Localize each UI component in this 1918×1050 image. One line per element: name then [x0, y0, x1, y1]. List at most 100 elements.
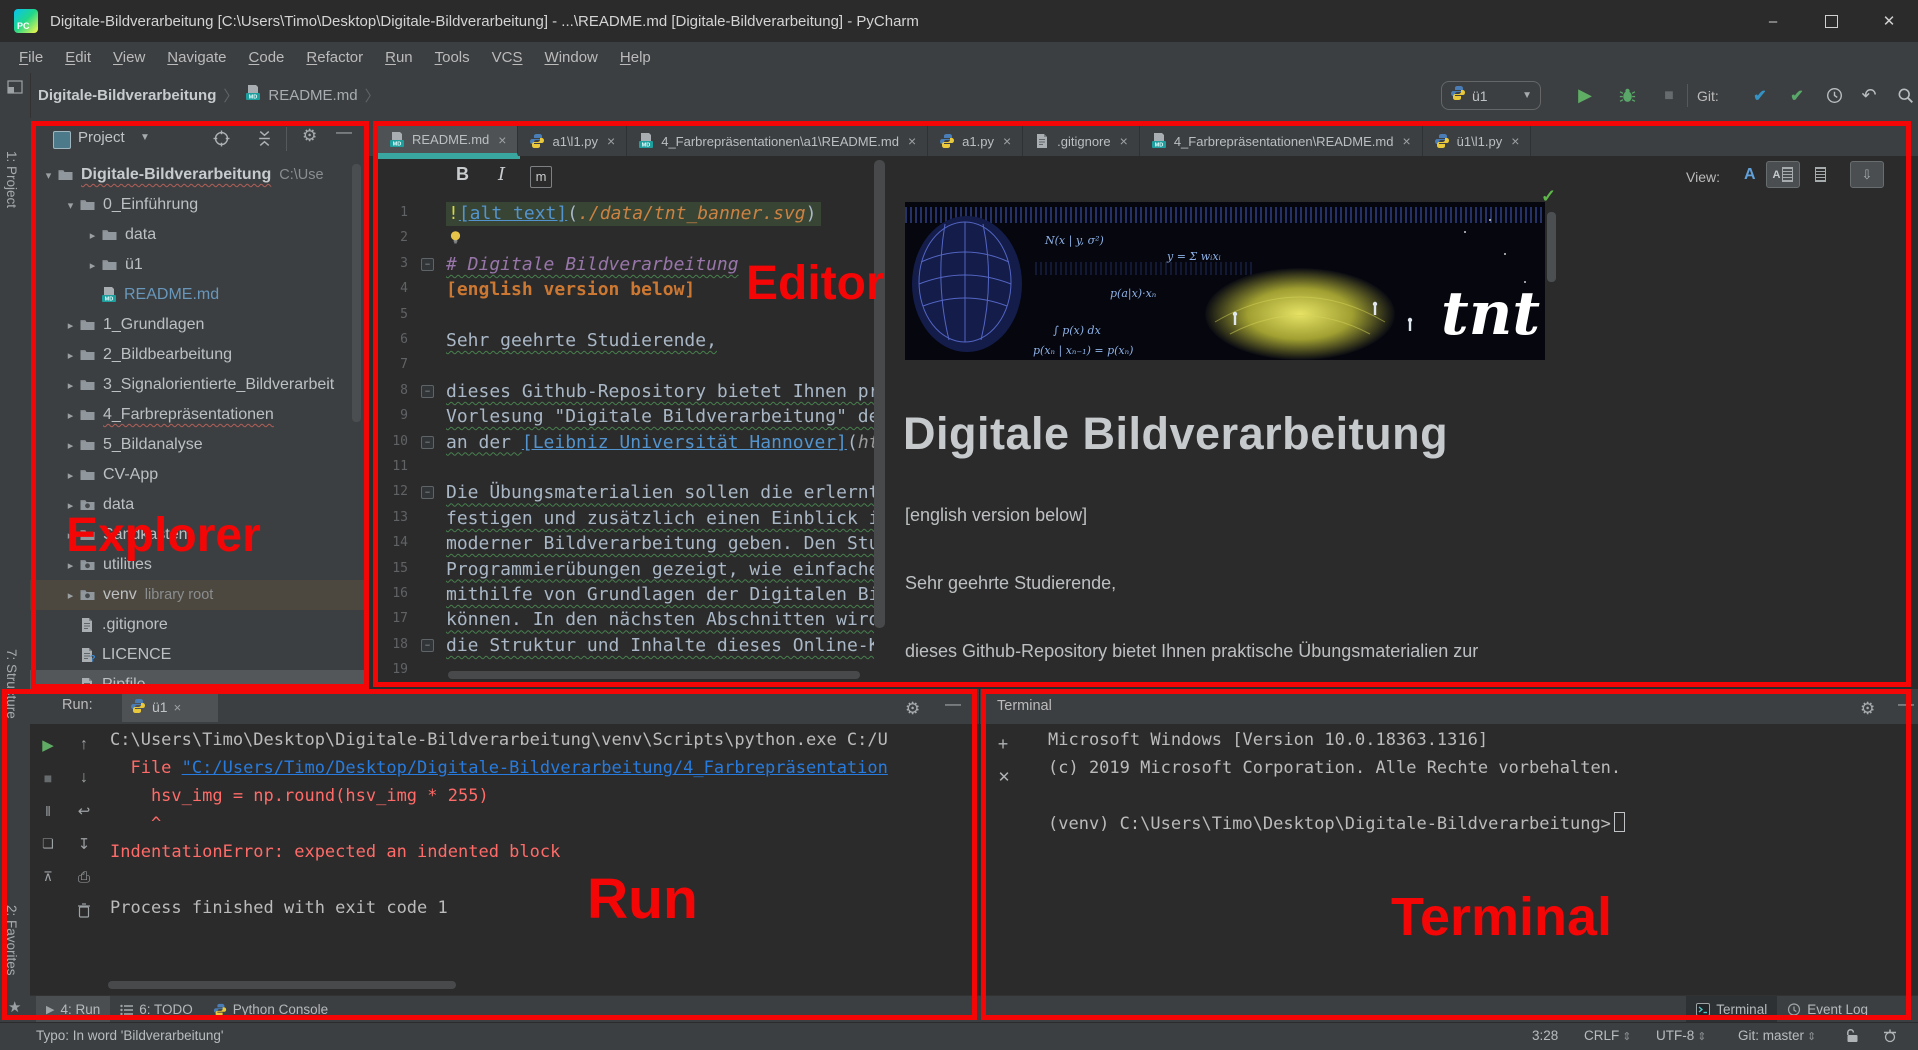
hide-panel-icon[interactable]: — [1898, 696, 1914, 714]
commit-button[interactable]: ✔ [1782, 73, 1812, 118]
tree-item-readme-md[interactable]: MDREADME.md [30, 280, 367, 310]
menu-run[interactable]: Run [374, 42, 424, 73]
gear-icon[interactable]: ⚙ [302, 126, 317, 146]
line-ending-select[interactable]: CRLF⇕ [1584, 1028, 1631, 1043]
editor-tab-4-farbrepr-sentationen-readme-md[interactable]: MD4_Farbrepräsentationen\README.md× [1140, 126, 1423, 156]
inspections-icon[interactable] [1882, 1028, 1898, 1047]
intention-bulb-icon[interactable] [448, 230, 463, 250]
caret-position[interactable]: 3:28 [1532, 1028, 1558, 1043]
split-icon[interactable]: ❏ [37, 833, 59, 855]
menu-window[interactable]: Window [534, 42, 609, 73]
rerun-icon[interactable]: ▶ [37, 734, 59, 756]
run-configuration-select[interactable]: ü1 ▼ [1441, 81, 1541, 110]
bold-button[interactable]: B [456, 164, 469, 185]
tree-item-utilities[interactable]: ▸utilities [30, 550, 367, 580]
scroll-end-icon[interactable]: ↧ [73, 833, 95, 855]
tree-item-5-bildanalyse[interactable]: ▸5_Bildanalyse [30, 430, 367, 460]
chevron-collapsed-icon[interactable]: ▸ [62, 379, 79, 392]
new-session-icon[interactable]: + [992, 733, 1014, 755]
code-format-button[interactable]: m [530, 166, 552, 188]
chevron-collapsed-icon[interactable]: ▸ [62, 409, 79, 422]
close-button[interactable]: ✕ [1860, 0, 1918, 42]
tree-item-0-einf-hrung[interactable]: ▾0_Einführung [30, 190, 367, 220]
preview-scrollbar[interactable] [1547, 212, 1556, 282]
chevron-collapsed-icon[interactable]: ▸ [62, 439, 79, 452]
editor-vertical-scrollbar[interactable] [874, 160, 885, 628]
maximize-button[interactable] [1802, 0, 1860, 42]
chevron-collapsed-icon[interactable]: ▸ [84, 259, 101, 272]
up-icon[interactable]: ↑ [73, 734, 95, 756]
clear-icon[interactable] [73, 899, 95, 921]
fold-marker-icon[interactable]: − [421, 486, 434, 499]
run-button[interactable]: ▶ [1570, 73, 1600, 118]
encoding-select[interactable]: UTF-8⇕ [1656, 1028, 1706, 1043]
sidebar-item-project[interactable]: 1: Project [4, 151, 19, 208]
tree-item-cv-app[interactable]: ▸CV-App [30, 460, 367, 490]
toolwindow-button-python-console[interactable]: Python Console [203, 996, 338, 1023]
tree-item-data[interactable]: ▸data [30, 490, 367, 520]
pause-icon[interactable]: ‖ [37, 800, 59, 822]
split-view-button[interactable]: A [1766, 161, 1800, 188]
editor-tab-a1-l1-py[interactable]: a1\l1.py× [518, 126, 627, 156]
editor-tab-readme-md[interactable]: MDREADME.md× [378, 126, 518, 156]
menu-edit[interactable]: Edit [54, 42, 102, 73]
editor-horizontal-scrollbar[interactable] [448, 671, 860, 679]
chevron-collapsed-icon[interactable]: ▸ [62, 469, 79, 482]
run-horizontal-scrollbar[interactable] [108, 981, 456, 989]
editor-tab--gitignore[interactable]: .gitignore× [1023, 126, 1140, 156]
chevron-expanded-icon[interactable]: ▾ [40, 169, 57, 182]
editor-tab--1-l1-py[interactable]: ü1\l1.py× [1423, 126, 1532, 156]
hide-panel-icon[interactable]: — [336, 124, 352, 142]
tree-item-4-farbrepr-sentationen[interactable]: ▸4_Farbrepräsentationen [30, 400, 367, 430]
close-icon[interactable]: × [1003, 133, 1011, 149]
close-icon[interactable]: × [498, 132, 506, 148]
markdown-source-editor[interactable]: 1![alt text](./data/tnt_banner.svg)23−# … [366, 199, 874, 683]
debug-button[interactable] [1612, 73, 1642, 118]
chevron-expanded-icon[interactable]: ▾ [62, 199, 79, 212]
close-icon[interactable]: × [1511, 133, 1519, 149]
fold-marker-icon[interactable]: − [421, 639, 434, 652]
editor-tab-a1-py[interactable]: a1.py× [928, 126, 1023, 156]
tree-item--gitignore[interactable]: .gitignore [30, 610, 367, 640]
search-everywhere-button[interactable] [1890, 73, 1918, 118]
toolwindow-button-event-log[interactable]: Event Log [1777, 996, 1878, 1023]
status-message[interactable]: Typo: In word 'Bildverarbeitung' [36, 1028, 224, 1043]
close-icon[interactable]: × [607, 133, 615, 149]
pin-icon[interactable]: ⊼ [37, 866, 59, 888]
hide-panel-icon[interactable]: — [945, 696, 961, 714]
tree-item-sandkasten[interactable]: ▸Sandkasten [30, 520, 367, 550]
tree-item-2-bildbearbeitung[interactable]: ▸2_Bildbearbeitung [30, 340, 367, 370]
chevron-down-icon[interactable]: ▼ [140, 132, 150, 143]
project-scrollbar[interactable] [352, 164, 361, 422]
sidebar-item-favorites[interactable]: 2: Favorites [4, 905, 19, 976]
tree-item-licence[interactable]: ?LICENCE [30, 640, 367, 670]
run-console-output[interactable]: C:\Users\Timo\Desktop\Digitale-Bildverar… [104, 726, 972, 978]
fold-marker-icon[interactable]: − [421, 385, 434, 398]
fold-marker-icon[interactable]: − [421, 436, 434, 449]
italic-button[interactable]: I [498, 164, 505, 185]
tree-item-pipfile[interactable]: Pipfile [30, 670, 367, 689]
down-icon[interactable]: ↓ [73, 767, 95, 789]
tree-item-data[interactable]: ▸data [30, 220, 367, 250]
chevron-collapsed-icon[interactable]: ▸ [62, 559, 79, 572]
lock-icon[interactable] [1845, 1028, 1860, 1047]
toolwindow-button-terminal[interactable]: Terminal [1686, 996, 1777, 1023]
menu-refactor[interactable]: Refactor [295, 42, 374, 73]
git-branch-select[interactable]: Git: master⇕ [1738, 1028, 1816, 1043]
close-icon[interactable]: × [174, 700, 182, 715]
minimize-button[interactable]: – [1744, 0, 1802, 42]
chevron-collapsed-icon[interactable]: ▸ [62, 589, 79, 602]
tree-item-3-signalorientierte-bildverarbeit[interactable]: ▸3_Signalorientierte_Bildverarbeit [30, 370, 367, 400]
sidebar-item-structure[interactable]: 7: Structure [4, 649, 19, 719]
menu-code[interactable]: Code [238, 42, 296, 73]
menu-navigate[interactable]: Navigate [156, 42, 237, 73]
project-panel-title[interactable]: Project [78, 129, 125, 146]
editor-only-view-button[interactable]: A [1744, 166, 1756, 184]
close-session-icon[interactable]: ✕ [993, 766, 1015, 788]
menu-tools[interactable]: Tools [424, 42, 481, 73]
toolwindow-button-4-run[interactable]: ▶4: Run [36, 996, 110, 1023]
chevron-collapsed-icon[interactable]: ▸ [62, 499, 79, 512]
breadcrumb-file[interactable]: README.md [268, 87, 357, 104]
run-tab[interactable]: ü1 × [122, 692, 218, 722]
menu-view[interactable]: View [102, 42, 156, 73]
